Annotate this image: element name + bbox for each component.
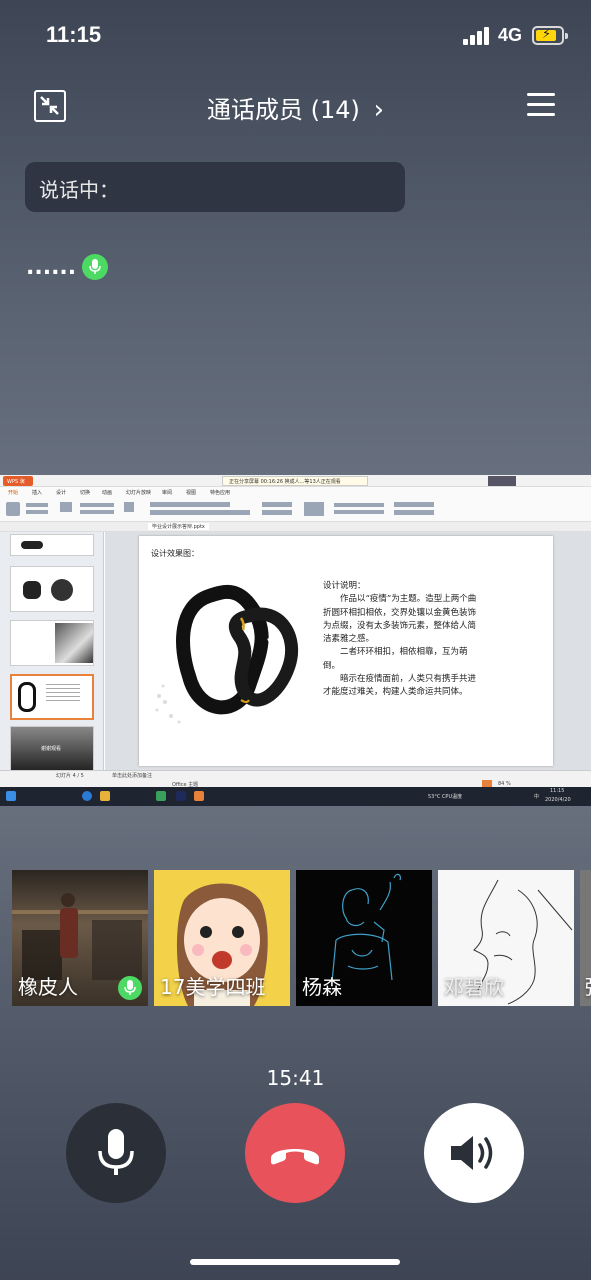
wps-title-bar: WPS 演示 正在分享屏幕 00:16:26 换成人...等13人正在观看 — [0, 475, 591, 492]
ribbon-tab[interactable]: 视图 — [186, 489, 196, 496]
microphone-icon — [118, 976, 142, 1000]
call-header: 通话成员 (14) › — [0, 80, 591, 132]
share-notice: 正在分享屏幕 00:16:26 换成人...等13人正在观看 — [222, 476, 368, 486]
ribbon-tab[interactable]: 审阅 — [162, 489, 172, 496]
ribbon-tab[interactable]: 幻灯片放映 — [126, 489, 151, 496]
window-thumbnail — [488, 476, 516, 486]
participant-name: 张 — [584, 971, 591, 1000]
wps-logo: WPS 演示 — [3, 476, 33, 492]
members-title-text: 通话成员 (14) — [207, 96, 360, 124]
ribbon-tab[interactable]: 动画 — [102, 489, 112, 496]
home-indicator[interactable] — [190, 1259, 400, 1265]
microphone-icon — [98, 1129, 134, 1175]
active-speaker: ...... — [26, 254, 109, 280]
participant-tile[interactable]: 邓碧欣 — [438, 870, 574, 1006]
slide-description: 设计说明： 作品以“疫情”为主题。造型上两个曲折圆环相扣相依，交界处镶以金黄色装… — [323, 580, 483, 700]
speaking-indicator: 说话中： — [25, 162, 405, 212]
ribbon-toolbar — [0, 498, 591, 522]
ime-indicator[interactable]: 中 — [534, 793, 539, 800]
notes-placeholder: 单击此处添加备注 — [112, 773, 153, 779]
mute-button[interactable] — [66, 1103, 166, 1203]
photoshop-icon[interactable] — [176, 791, 186, 801]
microphone-icon — [82, 254, 109, 280]
active-speaker-name: ...... — [26, 254, 77, 280]
slide-thumbnails: 谢谢观看 — [0, 532, 104, 772]
windows-start-icon[interactable] — [6, 791, 16, 801]
chevron-right-icon: › — [373, 95, 384, 125]
signal-icon — [463, 27, 491, 45]
slide-text-line: 二者环环相扣，相依相靠，互为萌倒。 — [323, 647, 468, 671]
network-type: 4G — [498, 25, 523, 45]
slide-text-line: 作品以“疫情”为主题。造型上两个曲折圆环相扣相依，交界处镶以金黄色装饰为点缀，没… — [323, 594, 477, 645]
current-slide[interactable]: 设计效果图： 设计说明： 作品以“疫情”为主题。造型上两个曲折圆环相扣相依，交界… — [139, 536, 553, 766]
slide-thumb[interactable] — [10, 620, 94, 666]
ribbon-tab[interactable]: 设计 — [56, 489, 66, 496]
slide-thumb-caption: 谢谢观看 — [41, 746, 62, 752]
participant-name: 邓碧欣 — [444, 975, 504, 999]
call-duration: 15:41 — [266, 1066, 325, 1090]
slide-heading: 设计效果图： — [151, 549, 199, 558]
ribbon-tabs: 开始 插入 设计 切换 动画 幻灯片放映 审阅 视图 特色应用 — [0, 487, 591, 498]
participant-tile[interactable]: 杨森 — [296, 870, 432, 1006]
speaking-label: 说话中： — [39, 178, 119, 202]
wps-status-bar: 幻灯片 4 / 5 单击此处添加备注 Office 主题 84 % — [0, 770, 591, 788]
app-icon[interactable] — [156, 791, 166, 801]
windows-taskbar: 53°C CPU温度 中 11:15 2020/4/20 — [0, 787, 591, 806]
participant-tile[interactable]: 17美学四班 — [154, 870, 290, 1006]
slide-editor: 设计效果图： 设计说明： 作品以“疫情”为主题。造型上两个曲折圆环相扣相依，交界… — [105, 532, 591, 770]
taskbar-date: 2020/4/20 — [545, 797, 571, 803]
speaker-icon — [451, 1136, 493, 1170]
participant-tile[interactable]: 橡皮人 — [12, 870, 148, 1006]
ribbon-tab[interactable]: 切换 — [80, 489, 90, 496]
taskbar-time: 11:15 — [550, 788, 565, 794]
slide-thumb-current[interactable] — [10, 674, 94, 720]
play-icon[interactable] — [482, 780, 492, 787]
ribbon-tab[interactable]: 插入 — [32, 489, 42, 496]
browser-icon[interactable] — [82, 791, 92, 801]
members-title[interactable]: 通话成员 (14) › — [0, 90, 591, 125]
speaker-button[interactable] — [424, 1103, 524, 1203]
participant-strip[interactable]: 橡皮人 17美学四班 杨森 邓碧欣 张 — [12, 870, 591, 1006]
document-tab[interactable]: 毕业设计展示答辩.pptx — [148, 523, 209, 530]
slide-text-line: 暗示在疫情面前，人类只有携手共进才能度过难关，构建人类命运共同体。 — [323, 674, 477, 698]
document-tabs: 毕业设计展示答辩.pptx — [0, 522, 591, 532]
hangup-button[interactable] — [245, 1103, 345, 1203]
battery-icon: ⚡ — [532, 26, 568, 45]
status-time: 11:15 — [46, 22, 102, 47]
slide-text-line: 设计说明： — [323, 581, 366, 591]
wps-icon[interactable] — [194, 791, 204, 801]
folder-icon[interactable] — [100, 791, 110, 801]
sculpture-image — [155, 584, 299, 724]
participant-name: 橡皮人 — [18, 975, 78, 999]
ribbon-tab[interactable]: 特色应用 — [210, 489, 230, 496]
menu-icon[interactable] — [527, 93, 555, 117]
ribbon-tab[interactable]: 开始 — [8, 489, 18, 496]
weather-text: 53°C CPU温度 — [428, 794, 463, 800]
screen-share[interactable]: WPS 演示 正在分享屏幕 00:16:26 换成人...等13人正在观看 开始… — [0, 475, 591, 806]
hangup-icon — [271, 1149, 319, 1165]
slide-thumb[interactable] — [10, 534, 94, 556]
slide-thumb[interactable]: 谢谢观看 — [10, 726, 94, 772]
slide-counter: 幻灯片 4 / 5 — [56, 773, 84, 779]
participant-tile[interactable]: 张 — [580, 870, 591, 1006]
status-bar: 11:15 4G ⚡ — [0, 0, 591, 70]
participant-name: 杨森 — [302, 975, 342, 999]
participant-name: 17美学四班 — [160, 975, 266, 999]
slide-thumb[interactable] — [10, 566, 94, 612]
